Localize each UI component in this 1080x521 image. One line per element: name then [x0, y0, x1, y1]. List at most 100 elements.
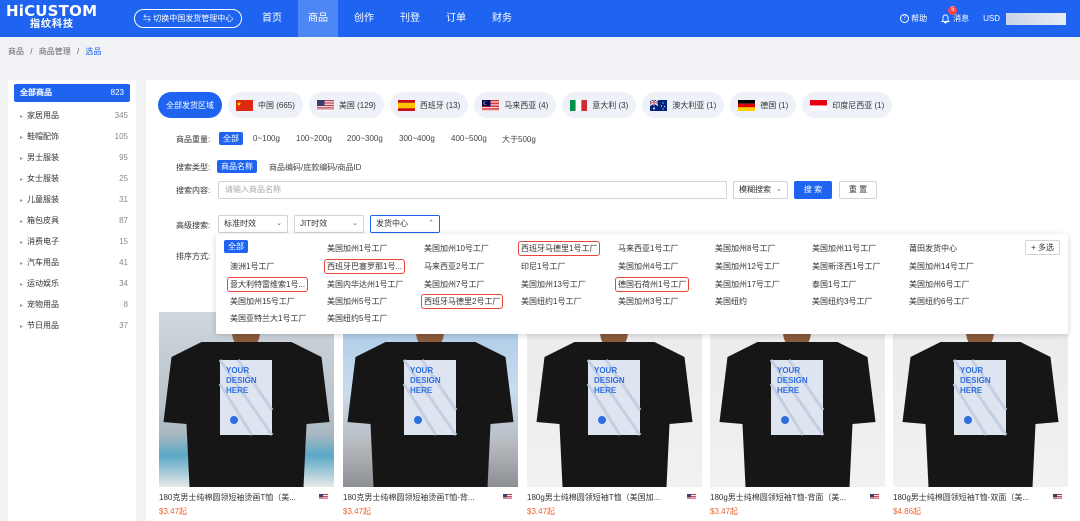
factory-option[interactable]: 美国加州3号工厂: [618, 296, 678, 307]
weight-option[interactable]: 300~400g: [399, 134, 435, 143]
region-chip[interactable]: 西班牙 (13): [389, 92, 469, 118]
factory-option[interactable]: 美国纽约1号工厂: [521, 296, 581, 307]
sidebar-item[interactable]: ▸ 宠物用品 8: [8, 294, 136, 315]
factory-option[interactable]: 美国纽约6号工厂: [909, 296, 969, 307]
factory-option[interactable]: 马来西亚2号工厂: [424, 261, 484, 272]
product-image[interactable]: YOUR DESIGN HERE: [893, 312, 1068, 487]
shipping-center-select[interactable]: 发货中心 ⌃: [370, 215, 440, 233]
product-title[interactable]: 180克男士纯棉圆领短袖烫画T恤-背...: [343, 492, 503, 503]
product-card[interactable]: YOUR DESIGN HERE 180g男士纯棉圆领短袖T恤（美国加... $3.…: [527, 312, 702, 521]
factory-option[interactable]: 西班牙巴塞罗那1号...: [324, 259, 406, 274]
sidebar-item[interactable]: 全部商品 823: [14, 84, 130, 102]
factory-option[interactable]: 泰国1号工厂: [812, 279, 856, 290]
sidebar-item[interactable]: ▸ 鞋帽配饰 105: [8, 126, 136, 147]
breadcrumb-product-management[interactable]: 商品管理: [39, 47, 71, 56]
factory-option[interactable]: 美国加州7号工厂: [424, 279, 484, 290]
region-chip[interactable]: 中国 (665): [228, 92, 303, 118]
factory-option[interactable]: 美国加州15号工厂: [230, 296, 295, 307]
region-chip[interactable]: 澳大利亚 (1): [642, 92, 725, 118]
sidebar-item[interactable]: ▸ 男士服装 95: [8, 147, 136, 168]
product-image[interactable]: YOUR DESIGN HERE: [527, 312, 702, 487]
multi-select-button[interactable]: + 多选: [1025, 240, 1060, 255]
product-card[interactable]: YOUR DESIGN HERE 180克男士纯棉圆领短袖烫画T恤（美... $3.…: [159, 312, 334, 521]
nav-publish[interactable]: 刊登: [390, 0, 430, 37]
factory-option[interactable]: 美国加州4号工厂: [618, 261, 678, 272]
product-card[interactable]: YOUR DESIGN HERE 180g男士纯棉圆领短袖T恤-双面（美... $4…: [893, 312, 1068, 521]
factory-option[interactable]: 美国内华达州1号工厂: [327, 279, 403, 290]
factory-option[interactable]: 美国加州12号工厂: [715, 261, 780, 272]
factory-option[interactable]: 美国加州17号工厂: [715, 279, 780, 290]
factory-option[interactable]: 美国加州13号工厂: [521, 279, 586, 290]
factory-option[interactable]: 美国纽约5号工厂: [327, 313, 387, 324]
region-chip[interactable]: 德国 (1): [730, 92, 797, 118]
nav-orders[interactable]: 订单: [436, 0, 476, 37]
weight-option[interactable]: 400~500g: [451, 134, 487, 143]
weight-all[interactable]: 全部: [219, 132, 243, 145]
sidebar-item[interactable]: ▸ 箱包皮具 87: [8, 210, 136, 231]
search-type-name[interactable]: 商品名称: [217, 160, 257, 173]
jit-timeliness-select[interactable]: JIT时效 ⌄: [294, 215, 364, 233]
factory-option[interactable]: 马来西亚1号工厂: [618, 243, 678, 254]
factory-option[interactable]: 美国纽约3号工厂: [812, 296, 872, 307]
reset-button[interactable]: 重 置: [839, 181, 877, 199]
weight-option[interactable]: 200~300g: [347, 134, 383, 143]
factory-option[interactable]: 美国加州10号工厂: [424, 243, 489, 254]
standard-timeliness-select[interactable]: 标准时效 ⌄: [218, 215, 288, 233]
factory-all-option[interactable]: 全部: [224, 240, 248, 253]
product-card[interactable]: YOUR DESIGN HERE 180克男士纯棉圆领短袖烫画T恤-背... $3.…: [343, 312, 518, 521]
product-title[interactable]: 180g男士纯棉圆领短袖T恤-背面（美...: [710, 492, 870, 503]
nav-home[interactable]: 首页: [252, 0, 292, 37]
region-chip[interactable]: 意大利 (3): [562, 92, 637, 118]
search-input[interactable]: 请输入商品名称: [218, 181, 727, 199]
factory-option[interactable]: 美国亚特兰大1号工厂: [230, 313, 306, 324]
factory-option[interactable]: 德国石荷州1号工厂: [615, 277, 690, 292]
product-image[interactable]: YOUR DESIGN HERE: [159, 312, 334, 487]
factory-option[interactable]: 美国加州1号工厂: [327, 243, 387, 254]
product-title[interactable]: 180g男士纯棉圆领短袖T恤（美国加...: [527, 492, 687, 503]
factory-option[interactable]: 美国纽约: [715, 296, 747, 307]
factory-option[interactable]: 澳洲1号工厂: [230, 261, 274, 272]
factory-option[interactable]: 印尼1号工厂: [521, 261, 565, 272]
messages-link[interactable]: 5 消息: [941, 6, 969, 24]
product-card[interactable]: YOUR DESIGN HERE 180g男士纯棉圆领短袖T恤-背面（美... $3…: [710, 312, 885, 521]
weight-option[interactable]: 0~100g: [253, 134, 280, 143]
help-link[interactable]: ? 帮助: [900, 13, 927, 24]
factory-option[interactable]: 西班牙马德里1号工厂: [518, 241, 601, 256]
nav-create[interactable]: 创作: [344, 0, 384, 37]
sidebar-item[interactable]: ▸ 女士服装 25: [8, 168, 136, 189]
product-title[interactable]: 180g男士纯棉圆领短袖T恤-双面（美...: [893, 492, 1053, 503]
factory-option[interactable]: 美国加州11号工厂: [812, 243, 876, 254]
nav-finance[interactable]: 财务: [482, 0, 522, 37]
search-type-code[interactable]: 商品编码/底款编码/商品ID: [269, 162, 361, 173]
sidebar-item[interactable]: ▸ 消费电子 15: [8, 231, 136, 252]
product-image[interactable]: YOUR DESIGN HERE: [343, 312, 518, 487]
factory-option[interactable]: 莆田发货中心: [909, 243, 957, 254]
factory-option[interactable]: 美国新泽西1号工厂: [812, 261, 880, 272]
sidebar-item[interactable]: ▸ 节日用品 37: [8, 315, 136, 336]
region-chip[interactable]: 马来西亚 (4): [474, 92, 557, 118]
sidebar-item[interactable]: ▸ 儿童服装 31: [8, 189, 136, 210]
sidebar-item[interactable]: ▸ 汽车用品 41: [8, 252, 136, 273]
region-chip[interactable]: 美国 (129): [308, 92, 384, 118]
weight-option[interactable]: 100~200g: [296, 134, 332, 143]
switch-center-button[interactable]: ⇆ 切换中国发货管理中心: [134, 9, 242, 28]
sidebar-item[interactable]: ▸ 家居用品 345: [8, 105, 136, 126]
breadcrumb-products[interactable]: 商品: [8, 47, 24, 56]
factory-option[interactable]: 美国加州5号工厂: [327, 296, 387, 307]
match-mode-select[interactable]: 模糊搜索 ⌄: [733, 181, 788, 199]
region-chip[interactable]: 全部发货区域: [158, 92, 222, 118]
factory-option[interactable]: 意大利特雷维索1号...: [227, 277, 309, 292]
hicustom-logo[interactable]: HiCUSTOM 指纹科技: [6, 4, 116, 34]
weight-option[interactable]: 大于500g: [502, 134, 536, 145]
product-title[interactable]: 180克男士纯棉圆领短袖烫画T恤（美...: [159, 492, 319, 503]
factory-option[interactable]: 美国加州14号工厂: [909, 261, 974, 272]
factory-option[interactable]: 西班牙马德里2号工厂: [421, 294, 504, 309]
sidebar-item[interactable]: ▸ 运动娱乐 34: [8, 273, 136, 294]
search-button[interactable]: 搜 索: [794, 181, 832, 199]
currency-selector[interactable]: USD: [983, 12, 1066, 25]
region-chip[interactable]: 印度尼西亚 (1): [802, 92, 893, 118]
factory-option[interactable]: 美国加州8号工厂: [715, 243, 775, 254]
factory-option[interactable]: 美国加州6号工厂: [909, 279, 969, 290]
product-image[interactable]: YOUR DESIGN HERE: [710, 312, 885, 487]
nav-products[interactable]: 商品: [298, 0, 338, 37]
